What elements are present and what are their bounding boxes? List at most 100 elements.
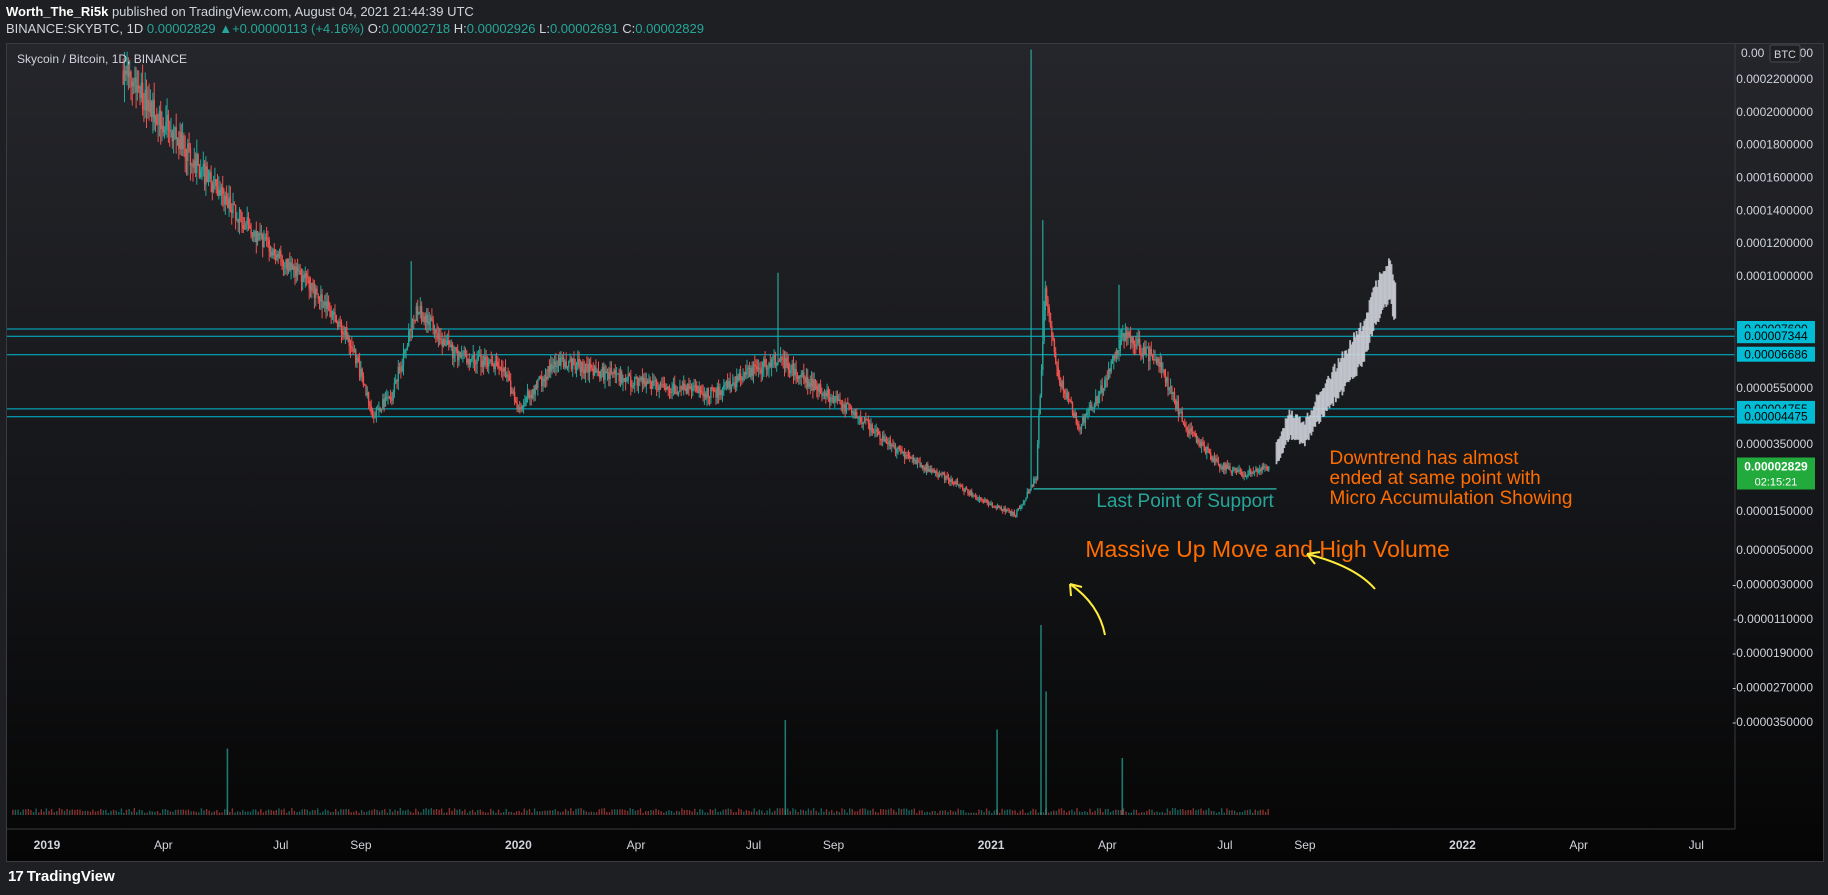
volume-bar bbox=[102, 810, 104, 815]
candle-body bbox=[896, 449, 898, 454]
volume-bar bbox=[311, 810, 314, 815]
candle-body bbox=[981, 499, 983, 502]
symbol-name[interactable]: BINANCE:SKYBTC, 1D bbox=[6, 21, 143, 36]
support-label: Last Point of Support bbox=[1096, 491, 1274, 512]
candle-body bbox=[991, 503, 994, 508]
candle-body bbox=[249, 225, 251, 229]
candle-body bbox=[941, 472, 943, 475]
volume-bar bbox=[890, 808, 892, 815]
volume-bar bbox=[296, 812, 298, 815]
candle-body bbox=[172, 129, 175, 142]
volume-bar bbox=[1001, 808, 1003, 815]
candle-body bbox=[1239, 469, 1242, 472]
candle-body bbox=[1061, 380, 1063, 388]
volume-bar bbox=[1231, 810, 1233, 815]
candle-body bbox=[942, 472, 944, 474]
candle-body bbox=[282, 261, 285, 267]
candle-body bbox=[417, 306, 419, 315]
candle-body bbox=[786, 357, 788, 364]
volume-bar bbox=[1042, 812, 1045, 815]
candle-body bbox=[579, 368, 582, 372]
candle-body bbox=[707, 388, 709, 398]
candle-body bbox=[225, 195, 228, 199]
candle-body bbox=[770, 360, 773, 367]
volume-bar bbox=[508, 811, 510, 815]
tradingview-logo[interactable]: 17 TradingView bbox=[8, 868, 115, 885]
chart-pane[interactable]: Last Point of Support Massive Up Move and… bbox=[6, 43, 1824, 862]
candle-body bbox=[245, 223, 247, 230]
candle-body bbox=[232, 203, 234, 213]
candle-body bbox=[637, 378, 640, 386]
candle-body bbox=[667, 386, 669, 389]
candle-body bbox=[1257, 471, 1260, 473]
candle-body bbox=[420, 305, 423, 321]
candle-body bbox=[351, 347, 353, 349]
candle-body bbox=[450, 344, 452, 347]
candle-body bbox=[782, 358, 784, 360]
price-axis-tick-label: 0.0000350000 bbox=[1736, 437, 1813, 451]
candle-body bbox=[658, 385, 660, 390]
volume-bar bbox=[918, 810, 921, 815]
candle-body bbox=[698, 386, 700, 394]
volume-bar bbox=[120, 808, 123, 815]
candle-body bbox=[736, 376, 738, 388]
volume-bar bbox=[1223, 812, 1225, 815]
volume-bar bbox=[94, 811, 97, 815]
price-chart[interactable]: Last Point of Support Massive Up Move and… bbox=[7, 44, 1823, 861]
candle-body bbox=[827, 389, 830, 397]
candle-body bbox=[1100, 385, 1102, 393]
price-axis-tick-label: 0.0001200000 bbox=[1736, 236, 1813, 250]
volume-bar bbox=[993, 810, 996, 815]
candle-body bbox=[733, 382, 735, 384]
volume-bar bbox=[151, 811, 153, 815]
candle-body bbox=[408, 331, 410, 346]
candle-body bbox=[520, 407, 522, 410]
candle-body bbox=[769, 363, 771, 367]
candle-body bbox=[233, 203, 235, 205]
candle-body bbox=[251, 234, 254, 237]
candle-body bbox=[907, 455, 910, 457]
volume-bar bbox=[818, 812, 820, 815]
candle-body bbox=[791, 364, 793, 370]
candle-body bbox=[1148, 347, 1150, 361]
candle-body bbox=[1252, 471, 1254, 473]
volume-bar bbox=[169, 811, 172, 815]
candle-body bbox=[980, 497, 982, 500]
volume-bar bbox=[678, 811, 680, 815]
volume-bar bbox=[469, 810, 471, 815]
candle-body bbox=[911, 457, 913, 459]
volume-bar bbox=[650, 810, 652, 815]
candle-body bbox=[684, 383, 686, 388]
candle-body bbox=[650, 381, 653, 389]
candle-body bbox=[1203, 442, 1205, 451]
close-value: 0.00002829 bbox=[635, 21, 704, 36]
candle-body bbox=[644, 378, 646, 387]
candle-body bbox=[583, 369, 585, 374]
author-name[interactable]: Worth_The_Ri5k bbox=[6, 4, 108, 19]
candle-body bbox=[761, 367, 764, 374]
candle-body bbox=[1141, 353, 1143, 357]
volume-bar bbox=[371, 810, 373, 815]
volume-bar bbox=[828, 811, 830, 815]
candle-body bbox=[481, 360, 483, 368]
candle-body bbox=[437, 334, 440, 339]
volume-bar bbox=[1094, 810, 1096, 815]
candle-body bbox=[511, 391, 513, 394]
volume-bar bbox=[149, 810, 151, 815]
candle-body bbox=[1166, 377, 1168, 383]
annotation-line: Downtrend has almost bbox=[1330, 448, 1520, 469]
volume-bar bbox=[125, 809, 128, 815]
candle-body bbox=[1217, 460, 1220, 465]
volume-bar bbox=[242, 810, 244, 815]
candle-body bbox=[325, 302, 327, 309]
candle-body bbox=[539, 376, 542, 378]
candle-body bbox=[1179, 412, 1181, 415]
candle-body bbox=[367, 392, 370, 403]
volume-bar bbox=[309, 811, 311, 815]
volume-bar bbox=[446, 812, 448, 815]
price-axis-tick-label: 0.0000050000 bbox=[1736, 543, 1813, 557]
candle-body bbox=[1052, 336, 1054, 340]
candle-body bbox=[200, 171, 202, 178]
candle-body bbox=[317, 294, 319, 299]
volume-bar bbox=[893, 809, 895, 815]
